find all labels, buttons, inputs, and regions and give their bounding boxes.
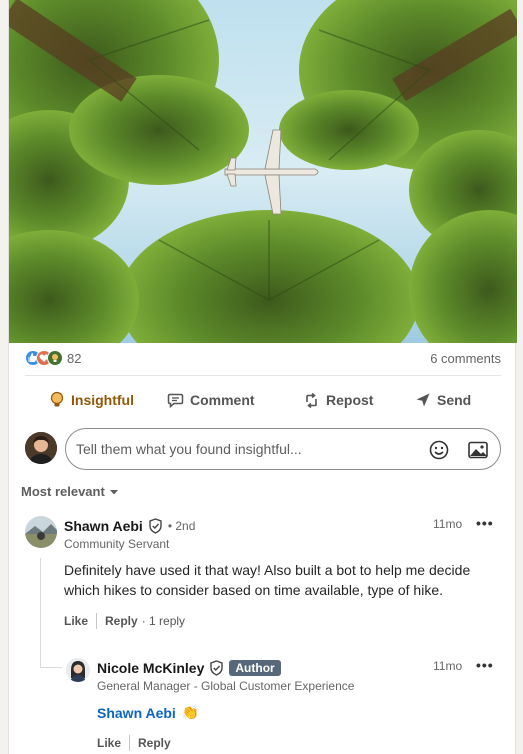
comment-like-button[interactable]: Like bbox=[64, 614, 88, 628]
repost-label: Repost bbox=[326, 392, 374, 408]
separator bbox=[96, 613, 98, 629]
commenter-avatar[interactable] bbox=[25, 516, 57, 548]
comment-button[interactable]: Comment bbox=[167, 388, 255, 412]
reply-reply-button[interactable]: Reply bbox=[138, 736, 171, 750]
more-options-icon[interactable]: ••• bbox=[476, 515, 494, 531]
comment-input-placeholder: Tell them what you found insightful... bbox=[76, 441, 302, 457]
comments-count[interactable]: 6 comments bbox=[430, 351, 501, 366]
verified-shield-icon bbox=[210, 660, 224, 676]
reaction-count[interactable]: 82 bbox=[67, 351, 81, 366]
social-counts: 82 6 comments bbox=[25, 349, 501, 369]
reaction-icons[interactable] bbox=[25, 350, 65, 368]
reply-timestamp: 11mo bbox=[433, 659, 463, 673]
commenter-name-row: Shawn Aebi • 2nd bbox=[64, 518, 195, 534]
reply-author-name[interactable]: Nicole McKinley bbox=[97, 660, 204, 676]
commenter-name[interactable]: Shawn Aebi bbox=[64, 518, 143, 534]
thread-connector bbox=[40, 667, 62, 668]
lightbulb-icon bbox=[50, 391, 64, 407]
reply-actions: Like Reply bbox=[97, 735, 171, 751]
insightful-label: Insightful bbox=[71, 392, 134, 408]
image-icon[interactable] bbox=[467, 439, 489, 461]
reply-count[interactable]: · 1 reply bbox=[142, 614, 185, 628]
thread-line bbox=[40, 558, 41, 668]
comment-icon bbox=[167, 393, 184, 408]
comment-actions: Like Reply · 1 reply bbox=[64, 613, 185, 629]
mention-link[interactable]: Shawn Aebi bbox=[97, 705, 176, 721]
comment-label: Comment bbox=[190, 392, 255, 408]
sort-dropdown[interactable]: Most relevant bbox=[21, 484, 120, 499]
post-card: 82 6 comments Insightful Comment Repost … bbox=[8, 0, 517, 754]
commenter-headline: Community Servant bbox=[64, 537, 170, 551]
connection-degree: • 2nd bbox=[167, 519, 196, 533]
comment-text: Definitely have used it that way! Also b… bbox=[64, 562, 471, 598]
repost-button[interactable]: Repost bbox=[303, 388, 373, 412]
clapping-emoji: 👏 bbox=[181, 704, 200, 720]
more-options-icon[interactable]: ••• bbox=[476, 657, 494, 673]
repost-icon bbox=[306, 392, 317, 408]
reply-like-button[interactable]: Like bbox=[97, 736, 121, 750]
comment-reply-button[interactable]: Reply bbox=[105, 614, 138, 628]
verified-shield-icon bbox=[149, 518, 162, 534]
send-button[interactable]: Send bbox=[415, 388, 471, 412]
comment-input[interactable]: Tell them what you found insightful... bbox=[65, 428, 501, 470]
emoji-icon[interactable] bbox=[428, 439, 450, 461]
insightful-icon bbox=[47, 350, 63, 366]
reply-author-row: Nicole McKinley Author bbox=[97, 660, 281, 676]
reply-author-headline: General Manager - Global Customer Experi… bbox=[97, 679, 355, 693]
reply-author-avatar[interactable] bbox=[66, 658, 90, 682]
send-icon bbox=[416, 393, 430, 407]
separator bbox=[129, 735, 131, 751]
divider bbox=[25, 375, 501, 376]
author-badge: Author bbox=[229, 660, 281, 676]
send-label: Send bbox=[437, 392, 472, 408]
insightful-button[interactable]: Insightful bbox=[49, 388, 134, 412]
comment-timestamp: 11mo bbox=[433, 517, 463, 531]
current-user-avatar[interactable] bbox=[25, 432, 57, 464]
post-image[interactable] bbox=[9, 0, 517, 343]
post-action-bar: Insightful Comment Repost Send bbox=[25, 384, 501, 416]
sort-label: Most relevant bbox=[21, 484, 105, 499]
reply-text: Shawn Aebi 👏 bbox=[97, 704, 199, 721]
caret-down-icon bbox=[109, 489, 118, 494]
